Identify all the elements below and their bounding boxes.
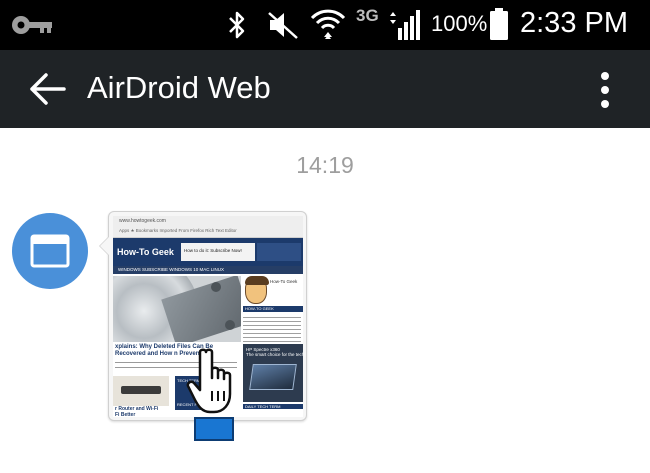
thumb-recent-heading: RECENT PICKS: [177, 402, 207, 407]
thumb-author-hair: [245, 276, 269, 285]
screenshot-thumbnail[interactable]: www.howtogeek.com Apps ★ Bookmarks Impor…: [113, 216, 303, 417]
thumb-tech-heading: TECH TERM: [177, 378, 201, 383]
thumb-router-image: [113, 376, 169, 406]
battery-percent: 100%: [431, 11, 488, 36]
thumb-site-header: How-To Geek How to do it: Subscribe Now!: [113, 238, 303, 266]
thumb-url: www.howtogeek.com: [119, 218, 166, 224]
thumb-logo: How-To Geek: [117, 247, 174, 257]
cursor-touch-indicator: [194, 417, 234, 441]
status-bar: 3G 100% 2:33 PM: [0, 0, 650, 50]
signal-icon: [390, 10, 420, 40]
thumb-headline: xplains: Why Deleted Files Can Be Recove…: [115, 344, 214, 357]
thumb-ad-laptop: [249, 364, 297, 390]
thumb-hero-image: [113, 276, 241, 342]
thumb-hdd-screw: [225, 320, 235, 330]
bubble-tail: [99, 236, 109, 256]
app-bar: AirDroid Web: [0, 50, 650, 128]
back-button[interactable]: [28, 70, 68, 108]
thumb-router-caption: r Router and Wi-Fi Fi Better: [115, 406, 159, 417]
status-clock: 2:33 PM: [520, 7, 628, 39]
thumb-author-name: How-To Geek: [270, 279, 298, 284]
thumb-browser-bar: www.howtogeek.com Apps ★ Bookmarks Impor…: [113, 216, 303, 238]
thumb-side-heading-text: HOW-TO GEEK: [245, 306, 274, 311]
message-bubble[interactable]: www.howtogeek.com Apps ★ Bookmarks Impor…: [99, 211, 307, 421]
bluetooth-icon: [229, 11, 245, 39]
thumb-navbar: WINDOWS SUBSCRIBE WINDOWS 10 MAC LINUX: [113, 266, 303, 274]
thumb-banner-image: [257, 243, 301, 261]
thumb-side-heading-2: DAILY TECH TERM: [243, 404, 303, 409]
message-timestamp: 14:19: [296, 152, 354, 178]
thumb-side-heading: HOW-TO GEEK: [243, 306, 303, 312]
thumb-tech-box: TECH TERM RECENT PICKS: [175, 376, 217, 410]
thumb-hdd-screw: [211, 282, 221, 292]
thumb-side-heading-2-text: DAILY TECH TERM: [245, 404, 281, 409]
thumb-banner-text: How to do it: Subscribe Now!: [184, 248, 242, 253]
wifi-icon: [310, 9, 346, 39]
mute-icon: [268, 12, 298, 39]
avatar[interactable]: [12, 213, 88, 289]
network-type-label: 3G: [356, 6, 379, 25]
thumb-ad: HP Spectre x360 The smart choice for the…: [243, 344, 303, 402]
battery-icon: [490, 8, 508, 40]
thumb-banner: How to do it: Subscribe Now!: [181, 243, 255, 261]
more-vert-icon[interactable]: [592, 70, 618, 110]
key-icon: [12, 16, 52, 34]
chat-area: 14:19 www.howtogeek.com Apps ★ Bookmarks…: [0, 128, 650, 473]
thumb-router: [121, 386, 161, 394]
thumb-side-list: [243, 314, 301, 342]
thumb-bookmarks: Apps ★ Bookmarks Imported From Firefox R…: [119, 228, 237, 233]
thumb-body-text: [115, 360, 237, 372]
browser-window-icon: [30, 234, 70, 268]
thumb-ad-text: HP Spectre x360 The smart choice for the…: [246, 347, 303, 357]
thumb-author-box: How-To Geek: [243, 276, 303, 304]
page-title: AirDroid Web: [87, 70, 271, 105]
thumb-nav-text: WINDOWS SUBSCRIBE WINDOWS 10 MAC LINUX: [118, 267, 225, 272]
